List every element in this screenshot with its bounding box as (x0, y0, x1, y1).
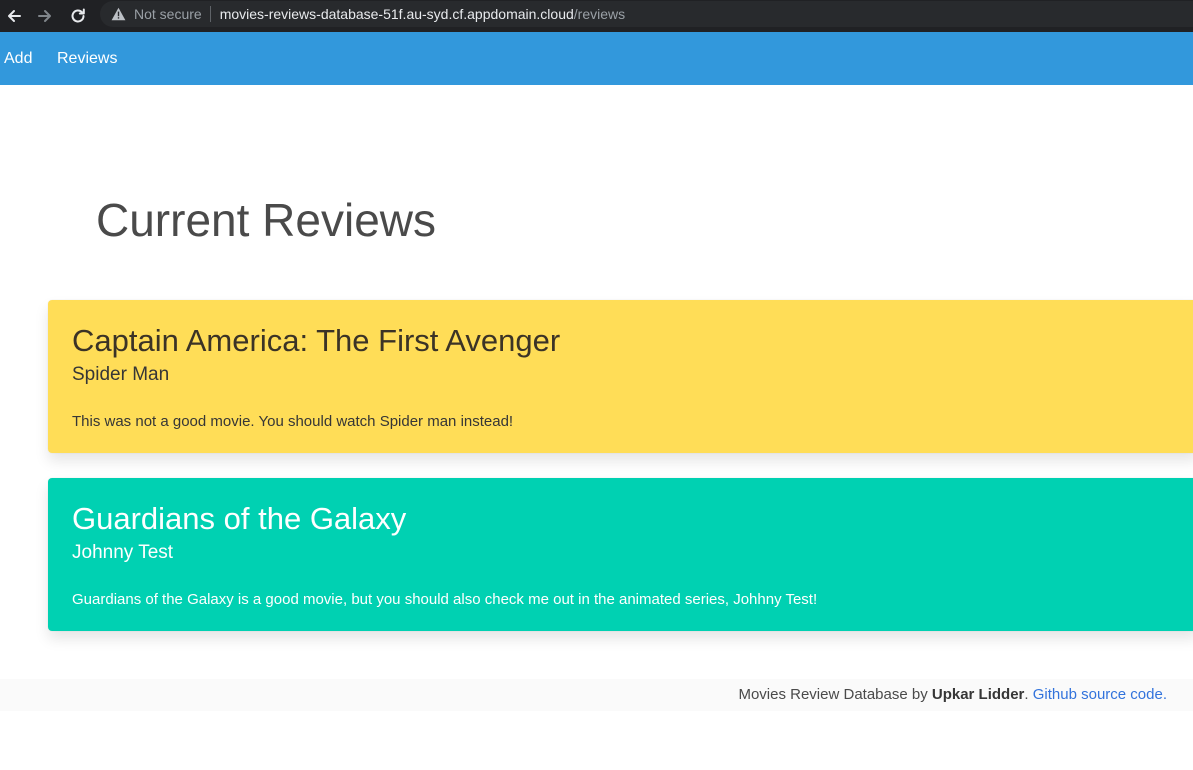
warning-icon[interactable] (110, 6, 126, 22)
footer-prefix: Movies Review Database by (738, 686, 932, 703)
back-button[interactable] (2, 4, 26, 28)
security-status-label[interactable]: Not secure (134, 6, 202, 22)
address-bar[interactable]: Not secure movies-reviews-database-51f.a… (100, 1, 1193, 27)
review-card: Captain America: The First Avenger Spide… (48, 300, 1193, 453)
reload-button[interactable] (66, 4, 90, 28)
review-movie-title: Guardians of the Galaxy (72, 501, 407, 536)
back-arrow-icon (8, 10, 21, 22)
review-author: Johnny Test (72, 542, 174, 563)
review-text: Guardians of the Galaxy is a good movie,… (72, 591, 818, 608)
omnibox-divider (209, 6, 211, 22)
site-navbar: Add Reviews (0, 32, 1193, 85)
browser-toolbar: Not secure movies-reviews-database-51f.a… (0, 0, 1193, 32)
review-text: This was not a good movie. You should wa… (72, 413, 514, 430)
url-path[interactable]: /reviews (574, 6, 625, 22)
nav-link-add[interactable]: Add (4, 32, 32, 85)
review-card: Guardians of the Galaxy Johnny Test Guar… (48, 478, 1193, 631)
review-author: Spider Man (72, 364, 170, 385)
footer-credit: Movies Review Database by Upkar Lidder. … (738, 679, 1167, 711)
github-source-link[interactable]: Github source code. (1033, 686, 1167, 703)
reload-icon (71, 8, 85, 23)
page-title: Current Reviews (96, 194, 436, 246)
footer-author: Upkar Lidder (931, 686, 1025, 703)
footer-separator: . (1024, 686, 1033, 703)
forward-arrow-icon (38, 10, 51, 22)
nav-link-reviews[interactable]: Reviews (57, 32, 117, 85)
page-footer: Movies Review Database by Upkar Lidder. … (0, 679, 1193, 711)
forward-button[interactable] (33, 4, 57, 28)
url-host[interactable]: movies-reviews-database-51f.au-syd.cf.ap… (220, 6, 574, 22)
review-movie-title: Captain America: The First Avenger (72, 323, 561, 358)
